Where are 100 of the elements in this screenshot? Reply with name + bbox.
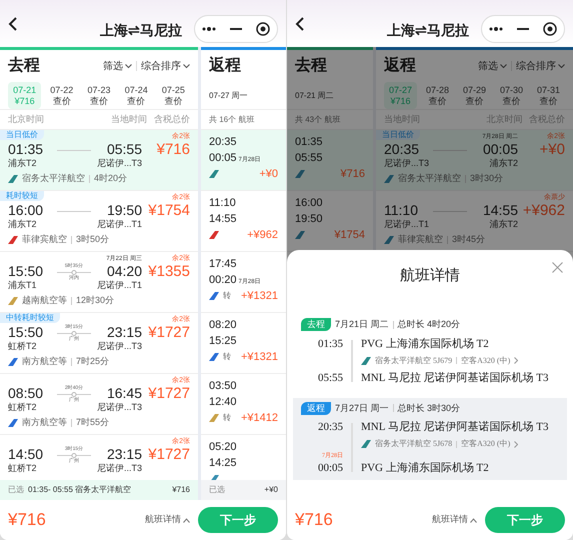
airline-logo-icon (384, 174, 394, 183)
departure-airport: 浦东T2 (8, 218, 38, 230)
sort-button[interactable]: 综合排序 (141, 58, 190, 74)
departure-time: 20:35 (384, 141, 420, 157)
arrival-time: 05:55 (318, 370, 343, 386)
arrival-time: 00:05 (209, 152, 237, 165)
capsule-menu[interactable] (481, 14, 565, 42)
date-tab[interactable]: 07-29 查价 (458, 82, 491, 109)
date-tab[interactable]: 07-30 查价 (495, 82, 528, 109)
close-target-icon[interactable] (256, 22, 270, 36)
airline-name: 菲律宾航空 (22, 233, 67, 246)
departure-airport: 虹桥T2 (8, 462, 38, 474)
flight-row[interactable]: 01:35 05:55 ¥716 (287, 130, 373, 191)
minimize-icon[interactable] (517, 28, 529, 30)
date-label: 07-21 周二 (295, 90, 334, 102)
airline-logo-icon (295, 231, 305, 239)
tag-label: 当日低价 (376, 130, 420, 140)
page-title: 上海⇌马尼拉 (387, 21, 469, 40)
arrival-time: 14:55 (482, 202, 518, 218)
back-icon[interactable] (295, 16, 305, 30)
airline-name: 南方航空等 (22, 355, 67, 368)
flight-duration: 7时25分 (76, 355, 110, 368)
transfer-label: 转 (223, 412, 231, 424)
close-icon[interactable] (552, 262, 563, 273)
departure-time: 15:50 (8, 324, 44, 340)
segment-badge: 返程 (301, 402, 331, 415)
caret-icon (125, 64, 132, 68)
capsule-menu[interactable] (194, 14, 278, 42)
caret-icon (558, 64, 565, 68)
departure-airport: MNL 马尼拉 尼诺伊阿基诺国际机场 T3 (361, 420, 549, 435)
sort-button[interactable]: 综合排序 (516, 58, 565, 74)
airline-name: 宿务太平洋航空 (22, 172, 85, 185)
airline-name: 宿务太平洋航空 (398, 172, 461, 185)
price: ¥1727 (148, 446, 190, 463)
date-tab[interactable]: 07-23 查价 (82, 82, 116, 109)
close-target-icon[interactable] (543, 22, 557, 36)
total-price: ¥716 (8, 509, 46, 532)
date-tab[interactable]: 07-24 查价 (120, 82, 153, 109)
transfer-label: 转 (223, 351, 231, 363)
total-duration: 总时长 4时20分 (398, 318, 460, 331)
departure-time: 11:10 (209, 197, 237, 210)
date-tab[interactable]: 07-22 查价 (45, 82, 78, 109)
price: +¥962 (522, 202, 565, 219)
airline-name: 菲律宾航空 (398, 233, 443, 246)
details-link[interactable]: 航班详情 (432, 513, 477, 527)
tag-label: 耗时较短 (0, 191, 44, 201)
departure-time: 14:50 (8, 446, 44, 462)
details-link[interactable]: 航班详情 (145, 513, 190, 527)
airline-logo-icon (295, 170, 305, 178)
selected-label: 已选 (209, 484, 225, 496)
arrival-time: 23:15 (106, 446, 142, 462)
departure-time: 01:35 (318, 336, 343, 352)
arrival-airport: 尼诺伊...T3 (96, 401, 142, 413)
departure-time: 05:20 (209, 441, 238, 454)
total-duration: 总时长 3时30分 (398, 402, 460, 414)
filter-button[interactable]: 筛选 (478, 58, 507, 74)
date-tab[interactable]: 07-25 查价 (156, 82, 190, 109)
column-header: 含税总价 (529, 112, 565, 126)
price: ¥1727 (148, 324, 190, 341)
arrival-time: 19:50 (295, 213, 323, 226)
departure-time: 03:50 (209, 380, 238, 393)
price: ¥1754 (334, 229, 365, 241)
filter-button[interactable]: 筛选 (103, 58, 132, 74)
chevron-up-icon (470, 518, 477, 522)
route-line (57, 270, 91, 275)
date-label: 07-27 周一 (209, 90, 248, 102)
arrival-time: 16:45 (106, 385, 142, 401)
selected-flight: 01:35- 05:55 宿务太平洋航空 (28, 484, 132, 496)
departure-time: 11:10 (384, 202, 419, 218)
departure-time: 01:35 (8, 141, 44, 157)
column-header: 当地时间 (384, 112, 420, 126)
date-tab[interactable]: 07-28 查价 (421, 82, 454, 109)
departure-time: 17:45 (209, 258, 238, 271)
departure-airport: 浦东T1 (8, 279, 38, 291)
flight-count: 共 16个 航班 (209, 114, 254, 126)
departure-time: 16:00 (295, 197, 324, 210)
caret-icon (500, 64, 507, 68)
back-icon[interactable] (8, 16, 18, 30)
panel-title: 去程 (295, 56, 327, 76)
arrival-time: 15:25 (209, 335, 237, 348)
flight-duration: 7时55分 (76, 416, 110, 429)
chevron-right-icon (514, 440, 518, 448)
departure-time: 20:35 (209, 136, 238, 149)
selected-price: +¥0 (264, 484, 278, 496)
departure-airport: PVG 上海浦东国际机场 T2 (361, 336, 490, 352)
departure-airport: 虹桥T2 (8, 340, 38, 352)
more-icon[interactable] (202, 26, 216, 30)
more-icon[interactable] (489, 26, 503, 30)
route-line (57, 331, 91, 336)
flight-number: 宿务太平洋航空 5J679 (375, 354, 452, 366)
flight-duration: 3时30分 (470, 172, 504, 185)
arrival-time: 14:25 (209, 457, 237, 470)
departure-time: 08:20 (209, 319, 238, 332)
flight-duration: 3时50分 (76, 233, 110, 246)
date-tab[interactable]: 07-31 查价 (532, 82, 565, 109)
minimize-icon[interactable] (230, 28, 242, 30)
route-line (433, 148, 467, 153)
departure-airport: 虹桥T2 (8, 401, 38, 413)
route-line (57, 392, 91, 397)
arrival-time: 23:15 (106, 324, 142, 340)
